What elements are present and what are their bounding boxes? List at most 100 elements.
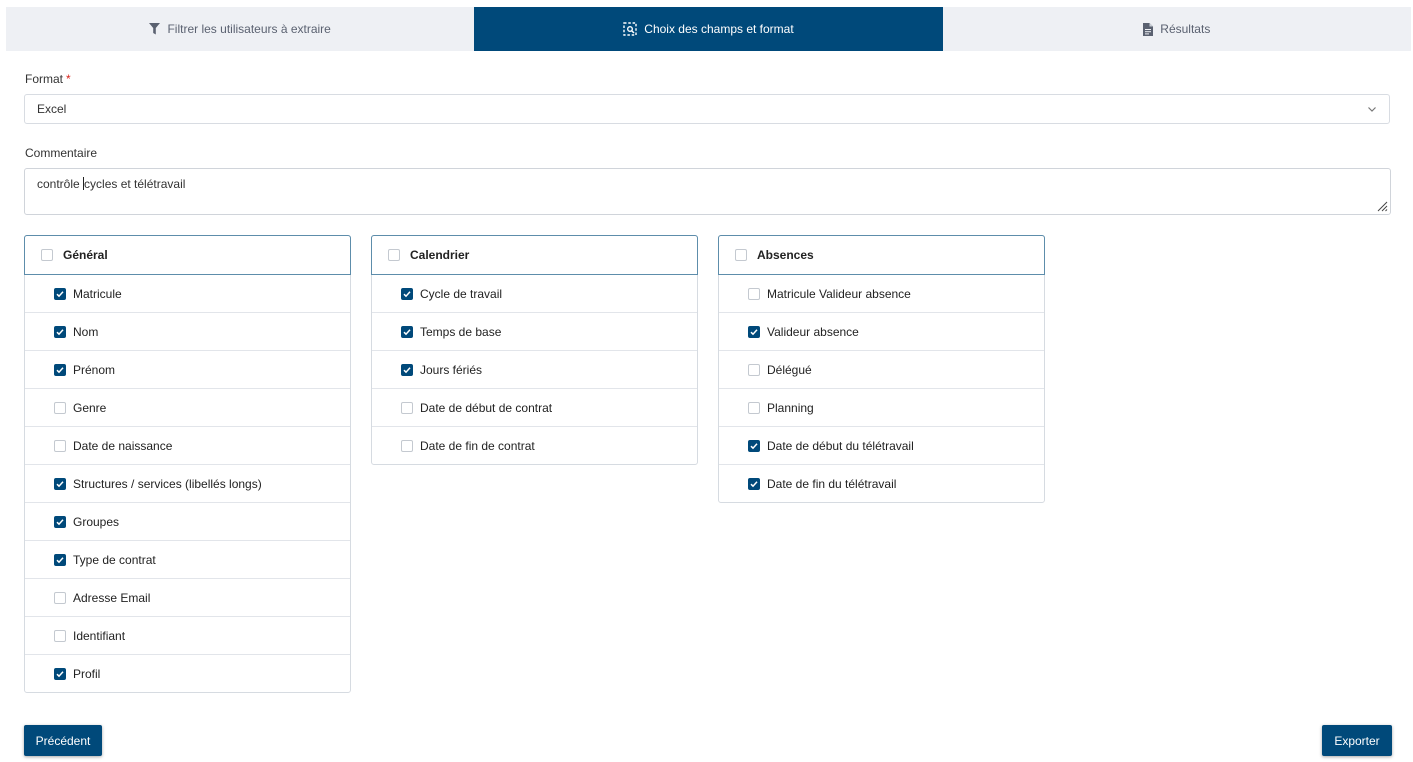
tab-fields-format[interactable]: Choix des champs et format: [474, 7, 943, 51]
field-row[interactable]: Type de contrat: [25, 540, 350, 578]
format-select[interactable]: Excel: [24, 94, 1390, 124]
tab-label: Filtrer les utilisateurs à extraire: [167, 22, 331, 36]
checkbox-unchecked[interactable]: [401, 439, 413, 452]
field-label: Structures / services (libellés longs): [73, 476, 262, 491]
export-button[interactable]: Exporter: [1322, 725, 1392, 756]
field-label: Groupes: [73, 514, 120, 529]
select-all-checkbox[interactable]: [735, 249, 747, 261]
tab-filter-users[interactable]: Filtrer les utilisateurs à extraire: [6, 7, 474, 51]
panel-header[interactable]: Général: [24, 235, 351, 275]
required-mark: *: [66, 72, 71, 86]
comment-textarea[interactable]: contrôle cycles et télétravail: [24, 168, 1391, 215]
filter-icon: [149, 23, 161, 35]
panel-title: Absences: [757, 248, 814, 262]
field-label: Prénom: [73, 362, 116, 377]
checkbox-unchecked[interactable]: [54, 629, 66, 642]
checkbox-checked[interactable]: [748, 477, 760, 490]
field-row[interactable]: Cycle de travail: [372, 275, 697, 312]
field-row[interactable]: Planning: [719, 388, 1044, 426]
field-row[interactable]: Identifiant: [25, 616, 350, 654]
checkbox-checked[interactable]: [54, 477, 66, 490]
field-row[interactable]: Valideur absence: [719, 312, 1044, 350]
checkbox-unchecked[interactable]: [748, 401, 760, 414]
field-label: Matricule Valideur absence: [767, 286, 911, 301]
field-row[interactable]: Nom: [25, 312, 350, 350]
previous-button[interactable]: Précédent: [24, 725, 102, 756]
field-row[interactable]: Délégué: [719, 350, 1044, 388]
select-all-checkbox[interactable]: [388, 249, 400, 261]
check-icon: [750, 480, 758, 487]
field-label: Nom: [73, 324, 99, 339]
checkbox-unchecked[interactable]: [54, 591, 66, 604]
field-label: Date de début du télétravail: [767, 438, 914, 453]
field-row[interactable]: Prénom: [25, 350, 350, 388]
checkbox-checked[interactable]: [401, 325, 413, 338]
tab-results[interactable]: Résultats: [943, 7, 1411, 51]
check-icon: [56, 290, 64, 297]
field-list: Cycle de travail Temps de base Jours férié…: [372, 275, 697, 464]
checkbox-checked[interactable]: [54, 363, 66, 376]
field-row[interactable]: Date de fin du télétravail: [719, 464, 1044, 502]
panel-absences: Absences Matricule Valideur absence Valid…: [718, 235, 1045, 503]
checkbox-unchecked[interactable]: [54, 439, 66, 452]
comment-text-before: contrôle: [37, 177, 84, 191]
checkbox-unchecked[interactable]: [401, 401, 413, 414]
field-label: Profil: [73, 666, 101, 681]
field-row[interactable]: Groupes: [25, 502, 350, 540]
panel-header[interactable]: Calendrier: [371, 235, 698, 275]
field-label: Date de naissance: [73, 438, 173, 453]
checkbox-checked[interactable]: [54, 667, 66, 680]
panel-title: Général: [63, 248, 108, 262]
field-row[interactable]: Matricule Valideur absence: [719, 275, 1044, 312]
format-label-text: Format: [25, 72, 64, 86]
field-row[interactable]: Adresse Email: [25, 578, 350, 616]
checkbox-checked[interactable]: [748, 325, 760, 338]
panel-general: Général Matricule Nom Prénom Genre Date de n…: [24, 235, 351, 693]
field-row[interactable]: Genre: [25, 388, 350, 426]
checkbox-checked[interactable]: [401, 363, 413, 376]
resize-handle-icon[interactable]: [1376, 200, 1388, 212]
field-row[interactable]: Date de naissance: [25, 426, 350, 464]
check-icon: [56, 480, 64, 487]
checkbox-checked[interactable]: [54, 553, 66, 566]
checkbox-checked[interactable]: [54, 287, 66, 300]
field-row[interactable]: Jours fériés: [372, 350, 697, 388]
checkbox-checked[interactable]: [54, 325, 66, 338]
field-list: Matricule Valideur absence Valideur absen…: [719, 275, 1044, 502]
tab-label: Choix des champs et format: [644, 22, 794, 36]
field-list: Matricule Nom Prénom Genre Date de naissance…: [25, 275, 350, 692]
field-row[interactable]: Temps de base: [372, 312, 697, 350]
panel-title: Calendrier: [410, 248, 470, 262]
comment-label: Commentaire: [25, 146, 98, 160]
field-label: Date de début de contrat: [420, 400, 553, 415]
field-row[interactable]: Matricule: [25, 275, 350, 312]
select-all-checkbox[interactable]: [41, 249, 53, 261]
field-row[interactable]: Date de début de contrat: [372, 388, 697, 426]
field-label: Cycle de travail: [420, 286, 503, 301]
field-label: Planning: [767, 400, 814, 415]
checkbox-checked[interactable]: [401, 287, 413, 300]
check-icon: [750, 442, 758, 449]
tab-label: Résultats: [1160, 22, 1211, 36]
selection-search-icon: [623, 22, 637, 36]
checkbox-unchecked[interactable]: [748, 287, 760, 300]
comment-text-after: cycles et télétravail: [84, 177, 186, 191]
format-label: Format *: [25, 72, 71, 86]
document-icon: [1143, 22, 1154, 36]
field-row[interactable]: Profil: [25, 654, 350, 692]
checkbox-checked[interactable]: [54, 515, 66, 528]
check-icon: [56, 518, 64, 525]
field-row[interactable]: Date de début du télétravail: [719, 426, 1044, 464]
field-row[interactable]: Structures / services (libellés longs): [25, 464, 350, 502]
format-selected-value: Excel: [37, 102, 67, 116]
field-label: Délégué: [767, 362, 812, 377]
check-icon: [403, 290, 411, 297]
check-icon: [403, 366, 411, 373]
check-icon: [56, 670, 64, 677]
checkbox-checked[interactable]: [748, 439, 760, 452]
panel-header[interactable]: Absences: [718, 235, 1045, 275]
checkbox-unchecked[interactable]: [748, 363, 760, 376]
field-label: Jours fériés: [420, 362, 483, 377]
field-row[interactable]: Date de fin de contrat: [372, 426, 697, 464]
checkbox-unchecked[interactable]: [54, 401, 66, 414]
